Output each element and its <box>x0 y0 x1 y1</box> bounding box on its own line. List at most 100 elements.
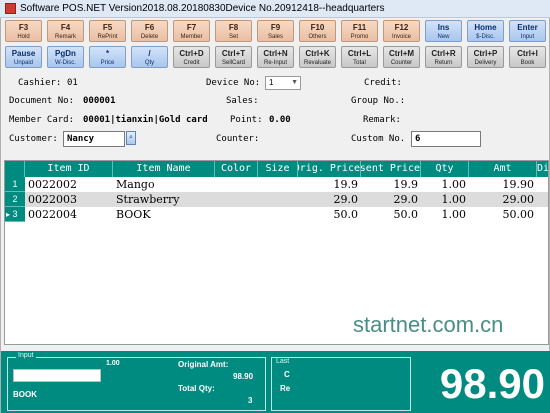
customer-input[interactable]: Nancy <box>63 131 125 147</box>
credit-label: Credit: <box>364 78 402 88</box>
main-window: F3 Hold F4 Remark F5 RePrint F6 Delete F7 Mem… <box>0 18 550 413</box>
current-row-marker: ▸ <box>6 210 11 219</box>
col-present-price[interactable]: Present Price <box>361 161 421 177</box>
last-line-2: Re <box>280 384 291 393</box>
grand-total: 98.90 <box>439 360 545 407</box>
counter-button[interactable]: Ctrl+M Counter <box>383 46 420 68</box>
cashier-value: 01 <box>67 78 78 88</box>
app-icon <box>5 3 16 14</box>
others-button[interactable]: F10 Others <box>299 20 336 42</box>
price-button[interactable]: * Price <box>89 46 126 68</box>
remark-button[interactable]: F4 Remark <box>47 20 84 42</box>
promo-button[interactable]: F11 Promo <box>341 20 378 42</box>
size-cell <box>258 192 298 207</box>
chevron-down-icon: ▼ <box>291 79 298 86</box>
delete-button[interactable]: F6 Delete <box>131 20 168 42</box>
new-button[interactable]: Ins New <box>425 20 462 42</box>
sales-label: Sales: <box>226 96 259 106</box>
original-amt-label: Original Amt: <box>178 360 229 369</box>
last-line-1: C <box>284 370 290 379</box>
member-card-label: Member Card: <box>9 115 75 125</box>
table-row[interactable]: 1 0022002 Mango 19.9 19.9 1.00 19.90 <box>5 177 548 192</box>
col-orig-price[interactable]: Orig. Price <box>298 161 361 177</box>
item-name-cell: Strawberry <box>116 193 180 206</box>
last-caption: Last <box>274 358 292 365</box>
re-input-button[interactable]: Ctrl+N Re-Input <box>257 46 294 68</box>
amt-cell: 50.00 <box>502 208 535 221</box>
reprint-button[interactable]: F5 RePrint <box>89 20 126 42</box>
document-value: 000001 <box>83 96 116 106</box>
item-name-cell: BOOK <box>116 208 151 221</box>
custom-no-input[interactable]: 6 <box>411 131 481 147</box>
qty-cell: 1.00 <box>441 193 467 206</box>
total-qty-label: Total Qty: <box>178 384 215 393</box>
device-select[interactable]: 1 ▼ <box>265 76 301 90</box>
sales-button[interactable]: F9 Sales <box>257 20 294 42</box>
amount-discount-button[interactable]: Home $-Disc. <box>467 20 504 42</box>
last-panel: Last C Re <box>271 357 411 411</box>
col-discount[interactable]: Discount <box>537 161 548 177</box>
total-qty-value: 3 <box>248 396 253 405</box>
hold-button[interactable]: F3 Hold <box>5 20 42 42</box>
present-price-cell: 19.9 <box>393 178 419 191</box>
remark-label: Remark: <box>363 115 401 125</box>
whole-discount-button[interactable]: PgDn W-Disc. <box>47 46 84 68</box>
book-button[interactable]: Ctrl+I Book <box>509 46 546 68</box>
amt-cell: 29.00 <box>502 193 535 206</box>
member-button[interactable]: F7 Member <box>173 20 210 42</box>
revaluate-button[interactable]: Ctrl+K Revaluate <box>299 46 336 68</box>
size-cell <box>258 177 298 192</box>
custom-no-label: Custom No. <box>351 134 406 144</box>
sell-card-button[interactable]: Ctrl+T SellCard <box>215 46 252 68</box>
col-item-id[interactable]: Item ID <box>25 161 113 177</box>
color-cell <box>215 177 258 192</box>
row-header-corner <box>5 161 25 177</box>
size-cell <box>258 207 298 222</box>
col-qty[interactable]: Qty <box>421 161 469 177</box>
row-number: 2 <box>5 192 25 207</box>
item-id-cell: 0022004 <box>28 208 77 221</box>
set-button[interactable]: F8 Set <box>215 20 252 42</box>
cashier-label: Cashier: <box>18 78 62 88</box>
function-key-toolbar: F3 Hold F4 Remark F5 RePrint F6 Delete F7 Mem… <box>5 20 550 72</box>
col-amt[interactable]: Amt <box>469 161 537 177</box>
input-panel: Input 1.00 BOOK Original Amt: 98.90 Tota… <box>7 352 266 411</box>
return-button[interactable]: Ctrl+R Return <box>425 46 462 68</box>
qty-cell: 1.00 <box>441 208 467 221</box>
point-label: Point: <box>230 115 263 125</box>
group-label: Group No.: <box>351 96 406 106</box>
present-price-cell: 29.0 <box>393 193 419 206</box>
total-button[interactable]: Ctrl+L Total <box>341 46 378 68</box>
row-number: ▸ 3 <box>5 207 25 222</box>
device-label: Device No: <box>206 78 261 88</box>
col-color[interactable]: Color <box>215 161 258 177</box>
orig-price-cell: 29.0 <box>333 193 359 206</box>
input-item-name: BOOK <box>13 390 37 399</box>
qty-button[interactable]: / Qty <box>131 46 168 68</box>
col-size[interactable]: Size <box>258 161 298 177</box>
table-row[interactable]: ▸ 3 0022004 BOOK 50.0 50.0 1.00 50.00 <box>5 207 548 222</box>
input-button[interactable]: Enter Input <box>509 20 546 42</box>
item-name-cell: Mango <box>116 178 155 191</box>
original-amt-value: 98.90 <box>233 372 254 381</box>
document-label: Document No: <box>9 96 75 106</box>
col-item-name[interactable]: Item Name <box>113 161 215 177</box>
input-caption: Input <box>16 352 36 359</box>
title-bar: Software POS.NET Version2018.08.20180830… <box>0 0 550 18</box>
invoice-button[interactable]: F12 Invoice <box>383 20 420 42</box>
table-row[interactable]: 2 0022003 Strawberry 29.0 29.0 1.00 29.0… <box>5 192 548 207</box>
orig-price-cell: 19.9 <box>333 178 359 191</box>
unpaid-button[interactable]: Pause Unpaid <box>5 46 42 68</box>
customer-label: Customer: <box>9 134 58 144</box>
delivery-button[interactable]: Ctrl+P Delivery <box>467 46 504 68</box>
credit-button[interactable]: Ctrl+D Credit <box>173 46 210 68</box>
item-id-cell: 0022003 <box>28 193 77 206</box>
customer-lookup-button[interactable]: ⌕ <box>126 131 136 145</box>
amt-cell: 19.90 <box>502 178 535 191</box>
barcode-input[interactable] <box>13 369 101 382</box>
member-card-value: 00001|tianxin|Gold card <box>83 115 208 125</box>
counter-label: Counter: <box>216 134 260 144</box>
color-cell <box>215 207 258 222</box>
color-cell <box>215 192 258 207</box>
item-id-cell: 0022002 <box>28 178 77 191</box>
